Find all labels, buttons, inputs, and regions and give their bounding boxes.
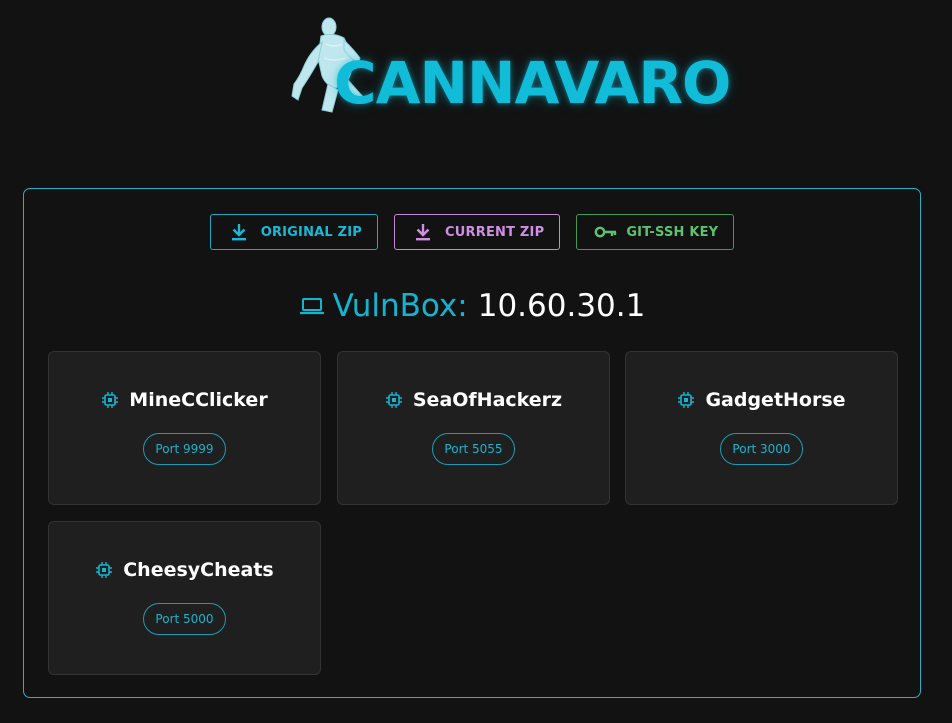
download-toolbar: ORIGINAL ZIP CURRENT ZIP GIT-SSH KEY xyxy=(24,214,920,250)
service-card: SeaOfHackerz Port 5055 xyxy=(337,351,610,505)
service-name: CheesyCheats xyxy=(123,559,274,581)
git-ssh-key-label: GIT-SSH KEY xyxy=(626,224,719,240)
chip-icon xyxy=(385,391,403,409)
download-icon xyxy=(412,222,434,242)
git-ssh-key-button[interactable]: GIT-SSH KEY xyxy=(576,214,735,250)
port-badge: Port 9999 xyxy=(143,433,226,465)
brand-title: CANNAVARO xyxy=(334,49,731,117)
laptop-icon xyxy=(299,294,325,318)
main-panel: ORIGINAL ZIP CURRENT ZIP GIT-SSH KEY Vul… xyxy=(23,188,921,698)
chip-icon xyxy=(95,561,113,579)
vulnbox-heading: VulnBox: 10.60.30.1 xyxy=(24,286,920,326)
chip-icon xyxy=(101,391,119,409)
vulnbox-label: VulnBox: xyxy=(332,288,468,324)
original-zip-label: ORIGINAL ZIP xyxy=(260,224,363,240)
port-badge: Port 5000 xyxy=(143,603,226,635)
port-badge: Port 5055 xyxy=(432,433,515,465)
chip-icon xyxy=(677,391,695,409)
download-icon xyxy=(228,222,250,242)
service-name: MineCClicker xyxy=(129,389,268,411)
app-logo: CANNAVARO xyxy=(288,14,731,126)
original-zip-button[interactable]: ORIGINAL ZIP xyxy=(209,214,379,250)
service-name: SeaOfHackerz xyxy=(412,389,563,411)
service-name: GadgetHorse xyxy=(705,389,846,411)
current-zip-label: CURRENT ZIP xyxy=(445,224,545,240)
key-icon xyxy=(594,222,618,242)
service-card: MineCClicker Port 9999 xyxy=(48,351,321,505)
service-card: CheesyCheats Port 5000 xyxy=(48,521,321,675)
service-card: GadgetHorse Port 3000 xyxy=(625,351,898,505)
vulnbox-ip: 10.60.30.1 xyxy=(477,288,646,324)
current-zip-button[interactable]: CURRENT ZIP xyxy=(394,214,561,250)
port-badge: Port 3000 xyxy=(720,433,803,465)
